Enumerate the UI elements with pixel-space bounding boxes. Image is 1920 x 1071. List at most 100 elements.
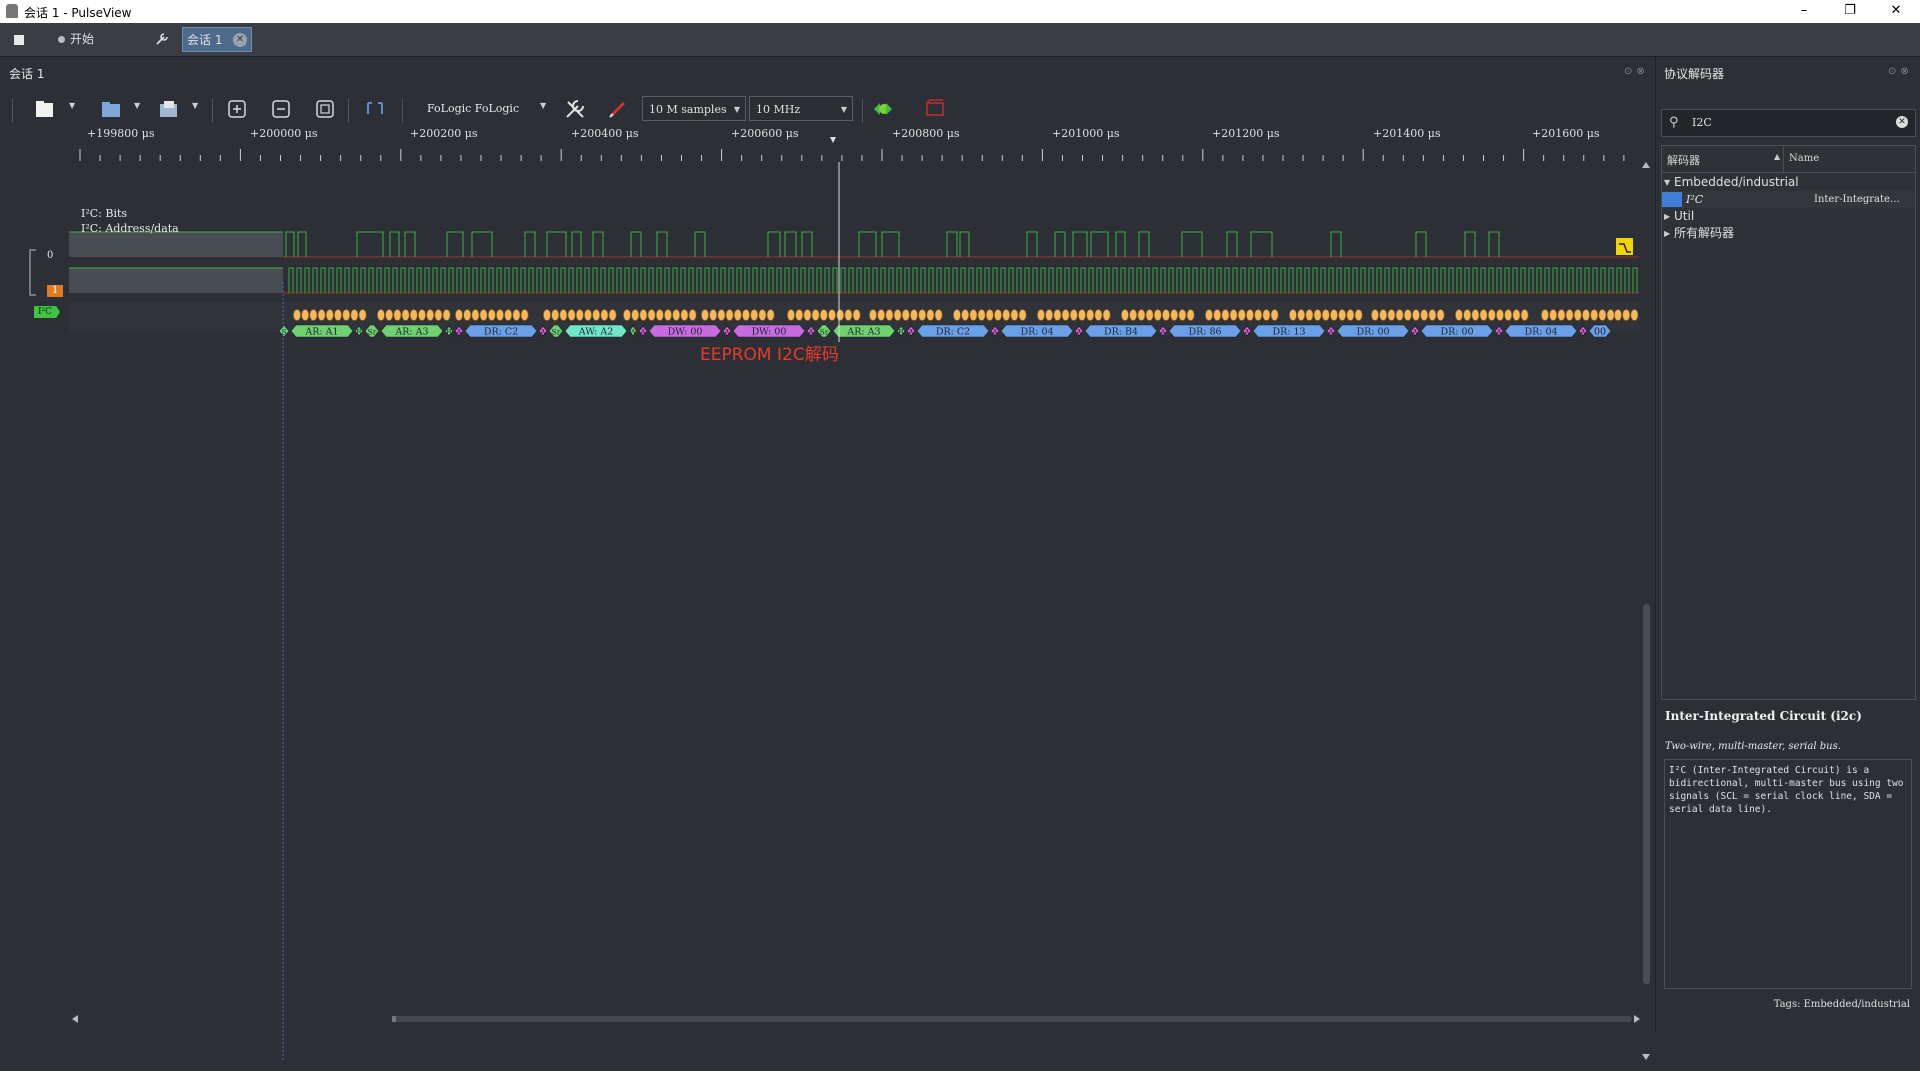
- save-file-icon[interactable]: [158, 98, 180, 120]
- bit-mark[interactable]: [1270, 309, 1279, 321]
- bit-mark[interactable]: [1321, 309, 1330, 321]
- bit-mark[interactable]: [1102, 309, 1111, 321]
- bit-mark[interactable]: [1221, 309, 1230, 321]
- bit-mark[interactable]: [1379, 309, 1388, 321]
- bit-mark[interactable]: [1622, 309, 1631, 321]
- bit-mark[interactable]: [1254, 309, 1263, 321]
- bit-mark[interactable]: [819, 309, 828, 321]
- bit-mark[interactable]: [455, 309, 463, 321]
- bit-mark[interactable]: [393, 309, 402, 321]
- bit-mark[interactable]: [1094, 309, 1103, 321]
- bit-mark[interactable]: [969, 309, 978, 321]
- bit-mark[interactable]: [1504, 309, 1513, 321]
- bit-mark[interactable]: [1178, 309, 1187, 321]
- decoder-annotation[interactable]: R: [896, 324, 906, 338]
- minimize-button[interactable]: –: [1784, 1, 1824, 21]
- bit-mark[interactable]: [717, 309, 726, 321]
- bit-mark[interactable]: [1412, 309, 1420, 321]
- bit-mark[interactable]: [504, 309, 513, 321]
- bit-mark[interactable]: [828, 309, 836, 321]
- decoder-annotation[interactable]: DR: 00: [1336, 324, 1410, 338]
- bit-mark[interactable]: [1520, 309, 1529, 321]
- bit-mark[interactable]: [592, 309, 601, 321]
- bit-mark[interactable]: [750, 309, 759, 321]
- bit-mark[interactable]: [1455, 309, 1463, 321]
- stop-button[interactable]: [8, 27, 32, 52]
- bit-mark[interactable]: [1145, 309, 1154, 321]
- bit-mark[interactable]: [1573, 309, 1582, 321]
- bit-mark[interactable]: [1186, 309, 1195, 321]
- decoder-annotation[interactable]: DR: 04: [1000, 324, 1074, 338]
- decoder-annotation[interactable]: DR: 13: [1252, 324, 1326, 338]
- bit-mark[interactable]: [1170, 309, 1179, 321]
- bit-mark[interactable]: [869, 309, 877, 321]
- bit-mark[interactable]: [1330, 309, 1338, 321]
- new-session-icon[interactable]: [34, 98, 56, 120]
- horizontal-scrollbar[interactable]: [72, 1010, 1640, 1023]
- decoder-annotation[interactable]: DR: C2: [464, 324, 538, 338]
- device-selector[interactable]: FoLogic FoLogic: [427, 96, 519, 121]
- decoder-annotation[interactable]: R: [444, 324, 454, 338]
- bit-mark[interactable]: [567, 309, 576, 321]
- bit-mark[interactable]: [1229, 309, 1238, 321]
- bit-mark[interactable]: [426, 309, 435, 321]
- decoder-annotation[interactable]: DR: B4: [1084, 324, 1158, 338]
- bit-mark[interactable]: [409, 309, 418, 321]
- bit-mark[interactable]: [1213, 309, 1222, 321]
- bit-mark[interactable]: [575, 309, 584, 321]
- decoder-annotation[interactable]: R: [354, 324, 364, 338]
- bit-mark[interactable]: [325, 309, 334, 321]
- bit-mark[interactable]: [1205, 309, 1213, 321]
- bit-mark[interactable]: [301, 309, 310, 321]
- bit-mark[interactable]: [559, 309, 568, 321]
- bit-mark[interactable]: [358, 309, 367, 321]
- column-decoder-header[interactable]: 解码器: [1667, 152, 1700, 168]
- zoom-fit-icon[interactable]: [314, 98, 336, 120]
- bit-mark[interactable]: [520, 309, 529, 321]
- bit-mark[interactable]: [910, 309, 918, 321]
- tab-session-1[interactable]: 会话 1 ✕: [182, 27, 252, 52]
- bit-mark[interactable]: [496, 309, 504, 321]
- bit-mark[interactable]: [401, 309, 410, 321]
- bit-mark[interactable]: [811, 309, 820, 321]
- bit-mark[interactable]: [885, 309, 894, 321]
- bit-mark[interactable]: [926, 309, 935, 321]
- bit-mark[interactable]: [742, 309, 750, 321]
- bit-mark[interactable]: [1162, 309, 1170, 321]
- clear-search-icon[interactable]: ✕: [1896, 116, 1908, 128]
- i2c-decoder-badge[interactable]: I²C: [34, 306, 61, 318]
- bit-mark[interactable]: [1436, 309, 1445, 321]
- decoder-annotation[interactable]: AR: A3: [832, 324, 896, 338]
- column-name-header[interactable]: Name: [1789, 153, 1819, 164]
- bit-mark[interactable]: [1614, 309, 1622, 321]
- tree-item-i2c[interactable]: I²C Inter-Integrate…: [1662, 191, 1915, 208]
- bit-mark[interactable]: [1371, 309, 1379, 321]
- bit-mark[interactable]: [1428, 309, 1437, 321]
- bit-mark[interactable]: [1403, 309, 1412, 321]
- trace-area[interactable]: S AR: A1 R Sr AR: A3 R A DR: C2 A Sr AW: A2 W A DW: 0…: [69, 162, 1639, 1062]
- bit-mark[interactable]: [1549, 309, 1558, 321]
- bit-mark[interactable]: [1297, 309, 1306, 321]
- bit-mark[interactable]: [1395, 309, 1404, 321]
- bit-mark[interactable]: [977, 309, 986, 321]
- bit-mark[interactable]: [1496, 309, 1504, 321]
- device-dropdown-icon[interactable]: ▼: [540, 101, 550, 110]
- bit-mark[interactable]: [1387, 309, 1396, 321]
- bit-mark[interactable]: [655, 309, 664, 321]
- bit-mark[interactable]: [463, 309, 472, 321]
- bit-mark[interactable]: [1606, 309, 1615, 321]
- new-session-dropdown-icon[interactable]: ▼: [69, 101, 79, 110]
- bit-mark[interactable]: [701, 309, 709, 321]
- bit-mark[interactable]: [317, 309, 326, 321]
- bit-mark[interactable]: [985, 309, 994, 321]
- bit-mark[interactable]: [385, 309, 394, 321]
- decoder-row-addrdata-label[interactable]: I²C: Address/data: [81, 222, 179, 235]
- tools-tab-icon[interactable]: [150, 27, 174, 52]
- bit-mark[interactable]: [342, 309, 351, 321]
- bit-mark[interactable]: [766, 309, 775, 321]
- decoder-annotation[interactable]: DR: 86: [1168, 324, 1242, 338]
- bit-mark[interactable]: [442, 309, 451, 321]
- tree-item-embedded-industrial[interactable]: ▼ Embedded/industrial: [1662, 174, 1915, 191]
- bit-mark[interactable]: [709, 309, 718, 321]
- add-decoder-icon[interactable]: [924, 98, 946, 120]
